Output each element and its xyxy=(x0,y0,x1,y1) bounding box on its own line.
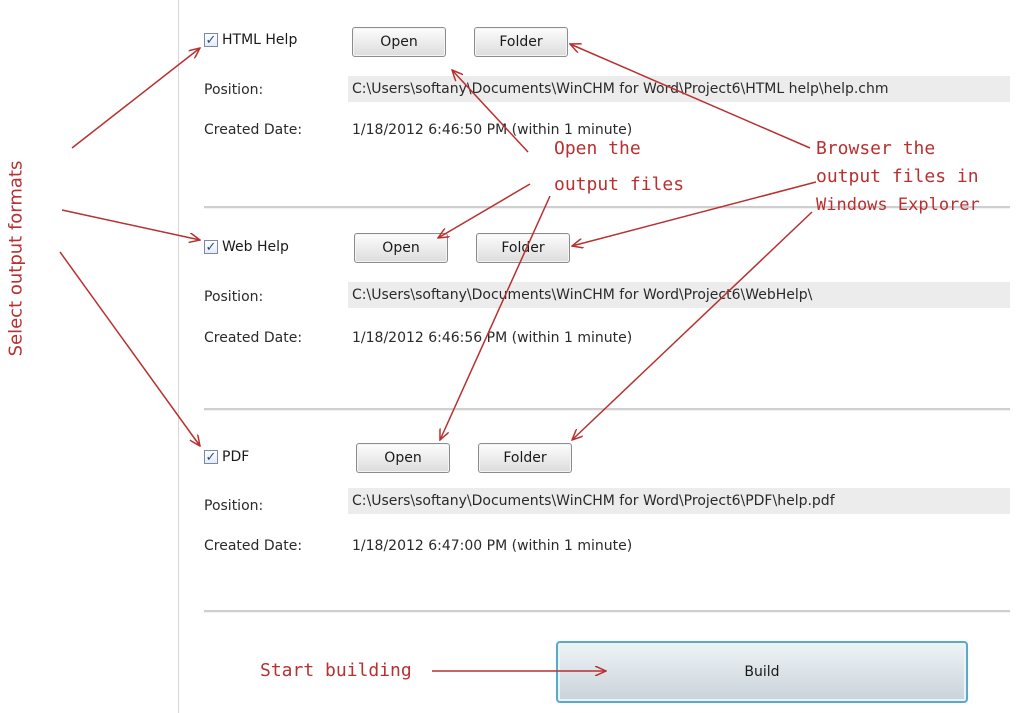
annotation-browse-line2: output files in xyxy=(816,166,979,187)
annotation-start-building: Start building xyxy=(260,660,412,681)
annotation-open-line1: Open the xyxy=(554,138,641,159)
arrow-to-pdf-folder xyxy=(572,211,813,440)
arrow-to-web-help-open xyxy=(438,183,531,238)
annotation-browse-line1: Browser the xyxy=(816,138,936,159)
annotation-browse-line3: Windows Explorer xyxy=(816,195,980,215)
arrow-to-html-help-checkbox xyxy=(71,48,200,149)
annotation-open-line2: output files xyxy=(554,174,685,195)
arrow-to-pdf-checkbox xyxy=(59,251,200,446)
arrow-to-html-help-folder xyxy=(570,44,811,149)
annotation-arrows xyxy=(59,0,817,713)
arrow-to-pdf-open xyxy=(440,195,551,440)
annotation-select-output-formats: Select output formats xyxy=(5,160,27,357)
arrow-to-html-help-open xyxy=(452,70,529,153)
arrow-to-web-help-checkbox xyxy=(61,209,200,240)
